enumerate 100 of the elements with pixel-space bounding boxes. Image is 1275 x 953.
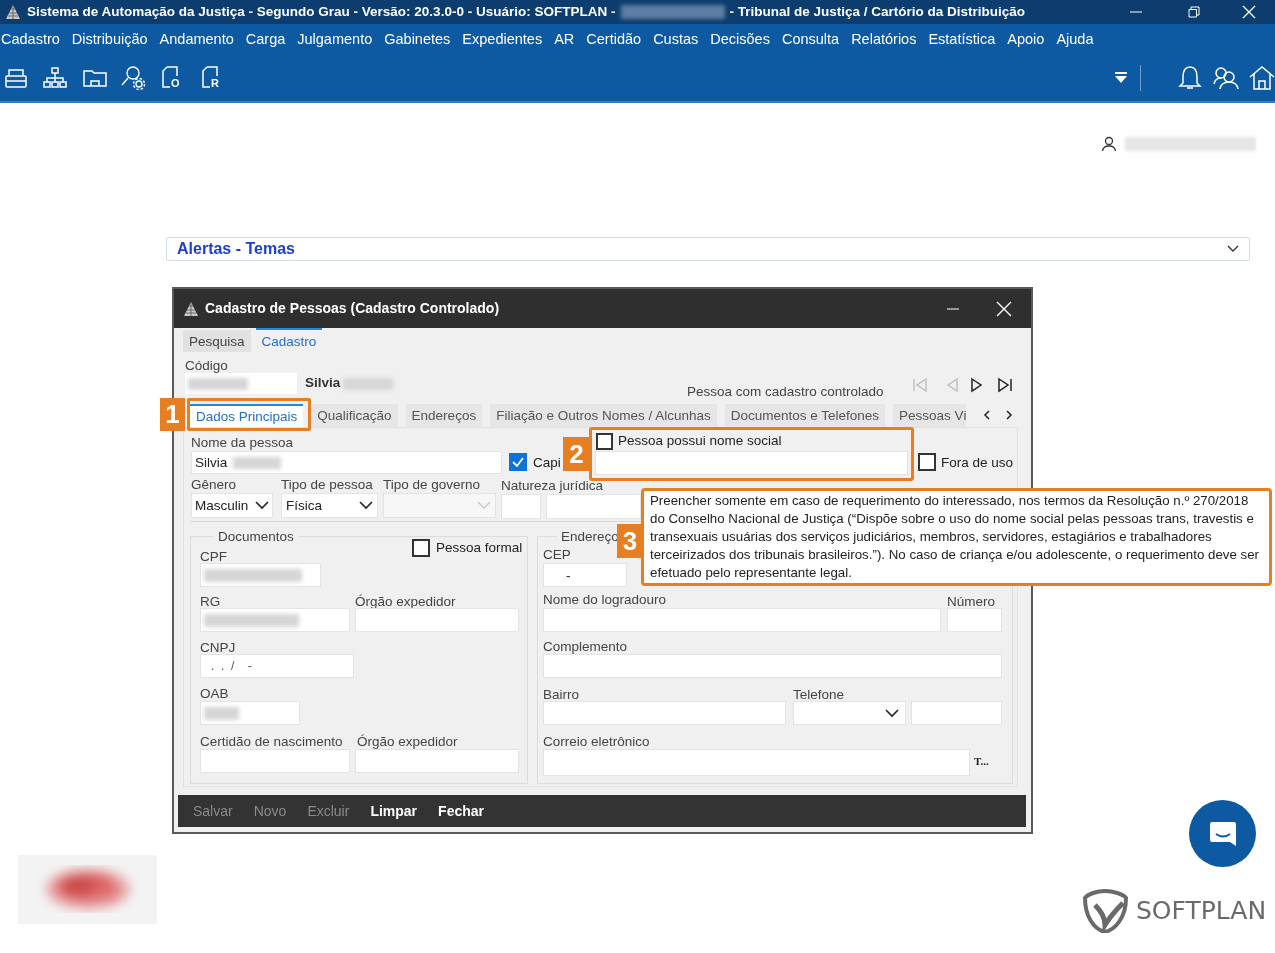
field-label: CNPJ [200, 640, 236, 655]
bell-icon[interactable] [1178, 65, 1202, 91]
text-field[interactable] [355, 749, 519, 773]
email-type-button[interactable]: T... [974, 754, 989, 769]
menu-item[interactable]: Carga [245, 28, 286, 51]
dropdown-icon[interactable] [1114, 72, 1128, 84]
checkbox[interactable] [412, 539, 430, 557]
checkbox[interactable] [509, 453, 527, 471]
org-chart-icon[interactable] [43, 67, 67, 89]
tab[interactable]: Qualificação [311, 404, 398, 427]
alerts-panel[interactable]: Alertas - Temas [166, 237, 1250, 261]
text-field[interactable] [911, 701, 1002, 725]
users-icon[interactable] [1213, 66, 1239, 90]
field-label: Código [185, 358, 228, 373]
pyramid-icon [183, 300, 199, 317]
dropdown[interactable]: Física [281, 493, 378, 518]
field-label: Nome do logradouro [543, 592, 667, 607]
group-legend: Documentos [214, 529, 298, 544]
menu-item[interactable]: Relatórios [851, 28, 917, 51]
dropdown[interactable]: Masculin [191, 493, 273, 518]
tab[interactable]: Pessoas Vi [893, 404, 967, 427]
menu-item[interactable]: Decisões [710, 28, 770, 51]
user-icon[interactable] [1101, 136, 1117, 152]
text-field[interactable] [200, 701, 300, 725]
text-field[interactable] [543, 701, 786, 725]
text-field[interactable] [595, 451, 908, 475]
menu-item[interactable]: Ajuda [1056, 28, 1094, 51]
menu-item[interactable]: Gabinetes [384, 28, 451, 51]
field-label: Telefone [793, 687, 845, 702]
tab[interactable]: Pesquisa [183, 330, 251, 352]
text-field[interactable] [200, 749, 350, 773]
last-record-icon[interactable] [997, 377, 1013, 393]
tab[interactable]: Filiação e Outros Nomes / Alcunhas [490, 404, 717, 427]
field-label: RG [200, 594, 221, 609]
toolbar-button[interactable]: Fechar [438, 803, 484, 819]
chevron-left-icon [983, 410, 991, 420]
tab[interactable]: Documentos e Telefones [724, 404, 886, 427]
home-icon[interactable] [1249, 65, 1275, 91]
code-field[interactable] [185, 373, 297, 394]
checkbox-label: Pessoa formal [436, 540, 523, 555]
menu-item[interactable]: Cadastro [0, 28, 60, 51]
field-label: OAB [200, 686, 229, 701]
field-label: Natureza jurídica [501, 478, 604, 493]
chevron-down-icon [885, 708, 899, 718]
shield-logo-icon [1083, 889, 1128, 933]
checkbox[interactable] [918, 453, 936, 471]
field-label: Nome da pessoa [191, 435, 294, 450]
blurred-text [204, 706, 239, 720]
chevron-down-icon [477, 501, 491, 510]
chevron-down-icon [255, 501, 269, 510]
step-number: 1 [160, 398, 185, 431]
field-label: Número [947, 594, 995, 609]
alerts-title: Alertas - Temas [177, 239, 295, 259]
field-label: Órgão expedidor [355, 594, 456, 609]
chevron-down-icon[interactable] [1227, 245, 1239, 253]
field-label: Complemento [543, 639, 628, 654]
step-number: 2 [563, 437, 590, 471]
text-field[interactable] [200, 608, 350, 632]
menu-item[interactable]: Apoio [1007, 28, 1045, 51]
tab[interactable]: Endereços [405, 404, 483, 427]
text-field[interactable] [501, 494, 541, 519]
menu-item[interactable]: Julgamento [297, 28, 373, 51]
window-title: - Tribunal de Justiça / Cartório da Distribuição [729, 2, 1025, 21]
text-field[interactable] [543, 608, 941, 632]
person-name: Silvia [305, 375, 341, 390]
text-field[interactable] [355, 608, 519, 632]
text-field[interactable]: . . / - [200, 654, 354, 678]
checkbox-label: Fora de uso [941, 455, 1014, 470]
menu-item[interactable]: Estatística [928, 28, 996, 51]
menu-item[interactable]: Certidão [586, 28, 642, 51]
brand-name: SOFTPLAN [1136, 895, 1267, 928]
text-field[interactable] [543, 749, 970, 776]
field-label: Correio eletrônico [543, 734, 650, 749]
search-gear-icon[interactable] [121, 65, 147, 91]
close-icon [996, 300, 1012, 317]
field-label: Órgão expedidor [355, 734, 458, 749]
text-field[interactable]: - [543, 563, 627, 587]
next-record-icon[interactable] [969, 377, 985, 393]
blurred-text [188, 377, 248, 390]
menu-item[interactable]: Consulta [781, 28, 840, 51]
menu-item[interactable]: Distribuição [71, 28, 148, 51]
pyramid-icon [5, 4, 21, 20]
checkbox[interactable] [596, 433, 613, 450]
tray-icon[interactable] [5, 67, 27, 89]
text-field[interactable] [947, 608, 1002, 632]
text-field[interactable] [200, 563, 321, 587]
toolbar-button[interactable]: Limpar [370, 803, 418, 819]
text-field[interactable]: Silvia [191, 451, 502, 474]
checkbox-label: Capi [533, 455, 561, 470]
menu-item[interactable]: Expedientes [462, 28, 543, 51]
field-label: CEP [543, 547, 571, 562]
text-field[interactable] [546, 494, 641, 519]
text-field[interactable] [543, 654, 1002, 678]
menu-item[interactable]: Custas [653, 28, 699, 51]
folder-icon[interactable] [83, 67, 107, 89]
menu-item[interactable]: AR [554, 28, 575, 51]
field-label: Tipo de pessoa [281, 477, 373, 492]
menu-item[interactable]: Andamento [159, 28, 234, 51]
window-title: Sistema de Automação da Justiça - Segundo Grau - Versão: 20.3.0-0 - Usuário: SOFTPLAN - [27, 2, 616, 21]
tab[interactable]: Dados Principais [190, 404, 304, 427]
